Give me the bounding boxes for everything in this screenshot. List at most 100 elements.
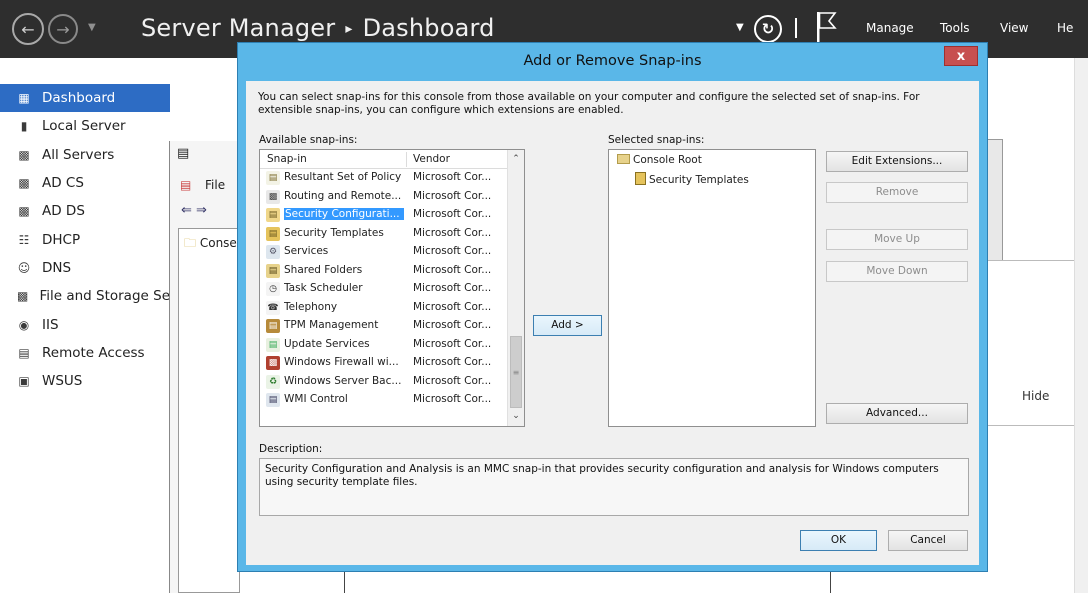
snapin-row[interactable]: ♻ Windows Server Bac... Microsoft Cor...: [260, 373, 508, 392]
description-text: Security Configuration and Analysis is a…: [265, 463, 939, 488]
console-nav-arrows-icon[interactable]: ⇐ ⇒: [181, 203, 207, 218]
sidebar-item-local-server[interactable]: ▮ Local Server: [0, 112, 170, 140]
move-up-button[interactable]: Move Up: [826, 229, 968, 250]
snapin-name: Windows Server Bac...: [284, 374, 402, 387]
security-templates-icon: ▤: [266, 226, 280, 241]
sidebar-item-label: Local Server: [42, 118, 126, 135]
dialog-body: You can select snap-ins for this console…: [246, 81, 979, 565]
refresh-dropdown-icon[interactable]: ▼: [736, 22, 744, 33]
sidebar-item-remote-access[interactable]: ▤ Remote Access: [0, 339, 170, 367]
console-tree-pane: [178, 228, 240, 593]
snapin-row[interactable]: ▤ TPM Management Microsoft Cor...: [260, 317, 508, 336]
sidebar-item-wsus[interactable]: ▣ WSUS: [0, 367, 170, 395]
menu-tools[interactable]: Tools: [940, 21, 970, 35]
scroll-up-arrow-icon[interactable]: ⌃: [508, 151, 524, 168]
column-header-vendor[interactable]: Vendor: [413, 150, 450, 169]
console-app-icon: ▤: [177, 146, 190, 161]
menu-help[interactable]: He: [1057, 21, 1073, 35]
selected-snapins-label: Selected snap-ins:: [608, 134, 705, 146]
snapin-name: TPM Management: [284, 319, 379, 331]
close-button[interactable]: x: [944, 46, 978, 66]
selected-snapins-tree[interactable]: Console Root Security Templates: [608, 149, 816, 427]
menu-view[interactable]: View: [1000, 21, 1028, 35]
snapin-vendor: Microsoft Cor...: [413, 245, 492, 257]
forward-arrow-icon[interactable]: →: [48, 14, 78, 44]
services-icon: ⚙: [266, 245, 280, 259]
sidebar-item-dashboard[interactable]: ▦ Dashboard: [0, 84, 170, 113]
tree-item-console-root[interactable]: Console Root: [617, 154, 702, 166]
cancel-button[interactable]: Cancel: [888, 530, 968, 551]
snapin-vendor: Microsoft Cor...: [413, 337, 492, 350]
add-button[interactable]: Add >: [533, 315, 602, 336]
tree-item-label: Console Root: [633, 154, 702, 166]
edit-extensions-button[interactable]: Edit Extensions...: [826, 151, 968, 172]
snapin-name: Windows Firewall wi...: [284, 356, 399, 368]
servers-icon: ▩: [18, 147, 30, 162]
move-down-button[interactable]: Move Down: [826, 261, 968, 282]
adds-icon: ▩: [18, 204, 30, 219]
snapin-row[interactable]: ▤ Security Templates Microsoft Cor...: [260, 225, 508, 244]
snapin-name: Security Templates: [284, 226, 384, 239]
sidebar-item-all-servers[interactable]: ▩ All Servers: [0, 141, 170, 169]
menu-file[interactable]: File: [205, 178, 225, 192]
wmi-icon: ▤: [266, 393, 280, 407]
history-dropdown-icon[interactable]: ▼: [88, 22, 96, 33]
sidebar-item-label: IIS: [42, 316, 59, 333]
hide-link[interactable]: Hide: [1022, 389, 1049, 403]
security-templates-icon: [635, 172, 646, 185]
refresh-icon[interactable]: ↻: [754, 15, 782, 43]
scroll-down-arrow-icon[interactable]: ⌄: [508, 408, 524, 425]
remote-access-icon: ▤: [18, 345, 30, 360]
advanced-button[interactable]: Advanced...: [826, 403, 968, 424]
sidebar-item-label: DHCP: [42, 231, 81, 248]
snapin-row[interactable]: ◷ Task Scheduler Microsoft Cor...: [260, 280, 508, 299]
snapin-row[interactable]: ▤ Shared Folders Microsoft Cor...: [260, 262, 508, 281]
console-tree-item[interactable]: 🗀 Conse: [184, 234, 237, 255]
sidebar-item-label: Remote Access: [42, 344, 145, 361]
task-scheduler-icon: ◷: [266, 282, 280, 296]
sidebar-item-label: WSUS: [42, 373, 83, 390]
sidebar-item-ad-ds[interactable]: ▩ AD DS: [0, 197, 170, 225]
add-remove-snapins-dialog: Add or Remove Snap-ins x You can select …: [237, 42, 988, 572]
sidebar-item-dns[interactable]: ☺ DNS: [0, 254, 170, 282]
folder-icon: 🗀: [184, 236, 197, 250]
security-config-icon: ▤: [266, 208, 280, 222]
menu-manage[interactable]: Manage: [866, 21, 914, 35]
snapin-vendor: Microsoft Cor...: [413, 263, 492, 276]
ok-button[interactable]: OK: [800, 530, 877, 551]
firewall-icon: ▩: [266, 356, 280, 370]
column-header-snapin[interactable]: Snap-in: [267, 150, 307, 169]
policy-icon: ▤: [266, 171, 280, 185]
description-box: Security Configuration and Analysis is a…: [259, 458, 969, 516]
snapin-name: Telephony: [284, 300, 338, 313]
available-snapins-list[interactable]: Snap-in Vendor ▤ Resultant Set of Policy M…: [259, 149, 525, 427]
snapin-vendor: Microsoft Cor...: [413, 393, 492, 405]
tree-item-security-templates[interactable]: Security Templates: [635, 172, 749, 186]
snapin-row[interactable]: ▤ Resultant Set of Policy Microsoft Cor...: [260, 169, 508, 188]
page-scrollbar[interactable]: [1074, 58, 1088, 593]
routing-icon: ▩: [266, 189, 280, 204]
snapin-row[interactable]: ▤ Update Services Microsoft Cor...: [260, 336, 508, 355]
snapin-row[interactable]: ▤ Security Configurati... Microsoft Cor...: [260, 206, 508, 225]
snapin-row[interactable]: ☎ Telephony Microsoft Cor...: [260, 299, 508, 318]
back-arrow-icon[interactable]: ←: [12, 13, 44, 45]
list-scrollbar[interactable]: ⌃ ≡ ⌄: [507, 150, 524, 426]
sidebar-item-iis[interactable]: ◉ IIS: [0, 310, 170, 338]
snapin-row[interactable]: ▩ Routing and Remote... Microsoft Cor...: [260, 188, 508, 207]
snapin-row[interactable]: ▩ Windows Firewall wi... Microsoft Cor...: [260, 354, 508, 373]
snapin-row[interactable]: ⚙ Services Microsoft Cor...: [260, 243, 508, 262]
snapin-name: Services: [284, 245, 329, 257]
snapin-name: Task Scheduler: [284, 282, 363, 294]
snapin-name: Shared Folders: [284, 263, 363, 276]
header-divider: [795, 18, 797, 38]
sidebar-item-file-storage[interactable]: ▩ File and Storage Se: [0, 282, 170, 310]
sidebar-item-ad-cs[interactable]: ▩ AD CS: [0, 169, 170, 197]
column-divider[interactable]: [406, 152, 407, 167]
sidebar-item-dhcp[interactable]: ☷ DHCP: [0, 225, 170, 253]
snapin-row[interactable]: ▤ WMI Control Microsoft Cor...: [260, 391, 508, 410]
snapin-rows: ▤ Resultant Set of Policy Microsoft Cor...…: [260, 169, 508, 410]
remove-button[interactable]: Remove: [826, 182, 968, 203]
notifications-flag-icon[interactable]: [815, 12, 837, 42]
folder-icon: [617, 154, 630, 164]
scroll-thumb[interactable]: ≡: [510, 336, 522, 408]
